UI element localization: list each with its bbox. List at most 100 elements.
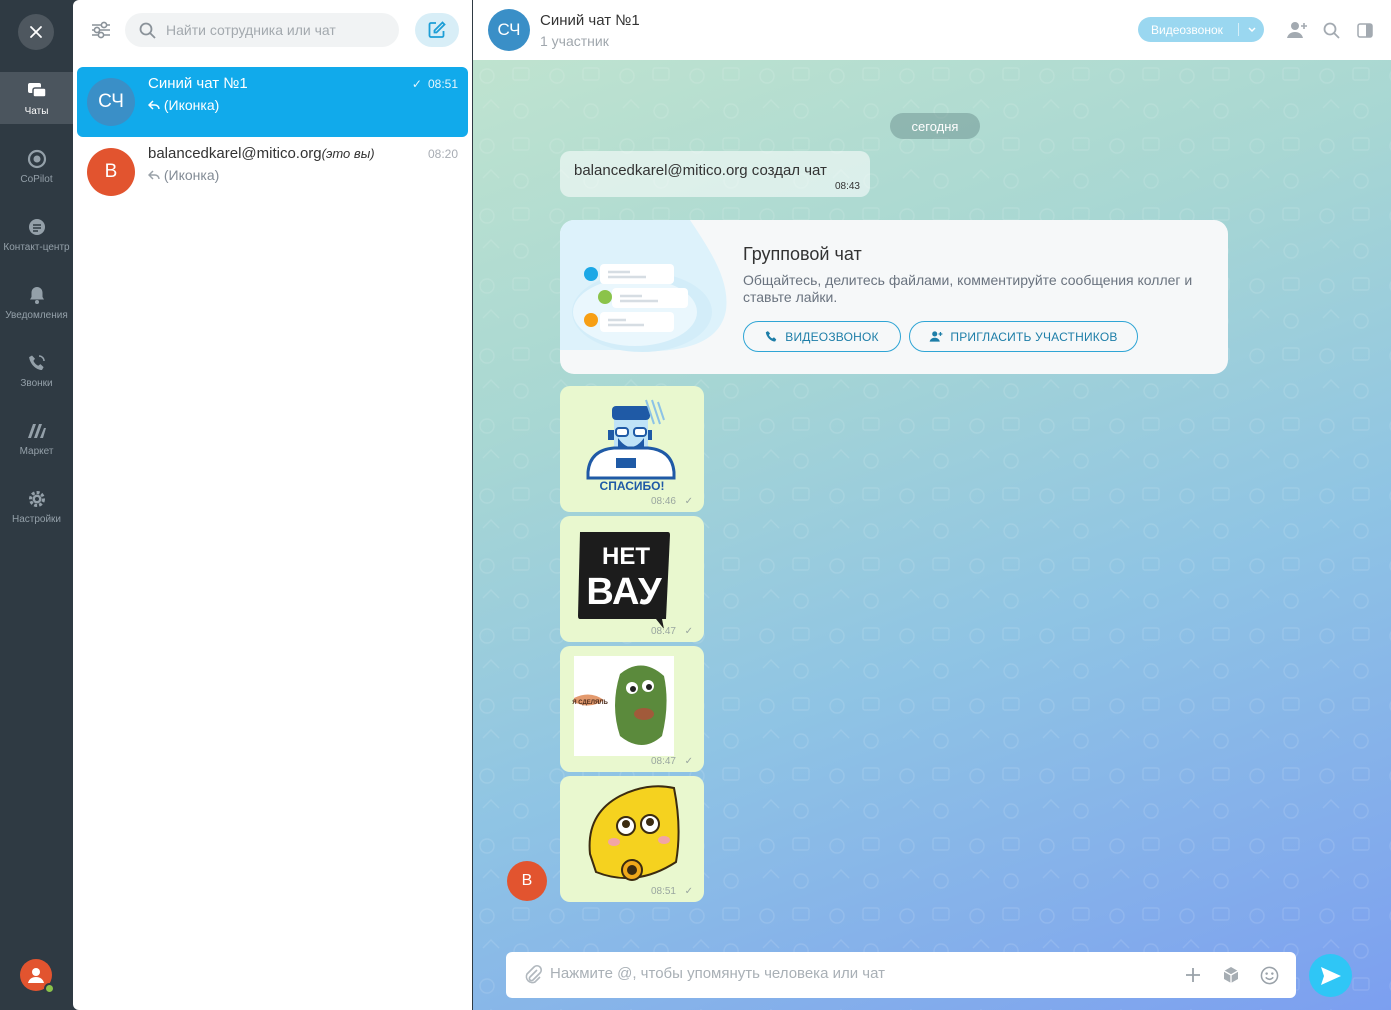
rail-item-label: Настройки	[11, 513, 62, 525]
chat-header-title[interactable]: Синий чат №1	[540, 12, 640, 29]
video-call-button[interactable]: Видеозвонок	[1138, 17, 1264, 42]
chat-preview: (Иконка)	[147, 97, 219, 113]
rail-item-market[interactable]: Маркет	[0, 412, 73, 464]
sender-avatar[interactable]: B	[507, 861, 547, 901]
new-chat-button[interactable]	[415, 13, 459, 47]
search-icon	[1323, 22, 1340, 39]
add-user-icon	[1287, 22, 1307, 38]
rail-item-chats[interactable]: Чаты	[0, 72, 73, 124]
emoji-button[interactable]	[1258, 964, 1280, 986]
sticker-caption: Я СДЕЛЯЛЬ	[572, 700, 608, 706]
sticker-caption-top: НЕТ	[602, 543, 650, 570]
chat-time: ✓ 08:51	[411, 77, 458, 91]
reply-arrow-icon	[147, 170, 160, 180]
current-user-avatar[interactable]	[20, 959, 55, 994]
chat-title: balancedkarel@mitico.org(это вы)	[148, 145, 375, 162]
read-check-icon: ✓	[684, 626, 693, 637]
sticker-caption: СПАСИБО!	[600, 479, 665, 493]
rail-item-label: Уведомления	[5, 309, 68, 321]
search-icon	[139, 22, 156, 39]
rail-item-label: Маркет	[19, 445, 54, 457]
add-user-button[interactable]	[1285, 18, 1309, 42]
message-time: 08:47	[650, 756, 676, 767]
rail-item-label: Контакт-центр	[3, 241, 70, 253]
package-icon	[1223, 967, 1239, 983]
add-user-icon	[930, 331, 943, 342]
sticker-net-vau-image: НЕТ ВАУ	[578, 532, 670, 628]
filter-sliders-icon	[92, 21, 110, 39]
message-time: 08:47	[650, 626, 676, 637]
system-message: balancedkarel@mitico.org создал чат 08:4…	[560, 151, 870, 197]
participants-count[interactable]: 1 участник	[540, 33, 609, 49]
rail-item-notifications[interactable]: Уведомления	[0, 276, 73, 328]
reply-arrow-icon	[147, 100, 160, 110]
market-icon	[26, 420, 48, 442]
chat-list-panel: СЧ Синий чат №1 (Иконка) ✓ 08:51 B balan…	[73, 0, 472, 1010]
chats-icon	[26, 80, 48, 102]
rail-item-label: Звонки	[20, 377, 53, 389]
sticker-caption-bottom: ВАУ	[586, 571, 662, 613]
search-chat-button[interactable]	[1319, 18, 1343, 42]
plus-icon	[1186, 968, 1200, 982]
sticker-message[interactable]: Я СДЕЛЯЛЬ 08:47 ✓	[560, 646, 704, 772]
message-time: 08:46	[650, 496, 676, 507]
sticker-message[interactable]: 08:51 ✓	[560, 776, 704, 902]
bell-icon	[26, 284, 48, 306]
search-box	[125, 13, 399, 47]
chat-preview: (Иконка)	[147, 167, 219, 183]
chevron-down-icon[interactable]	[1244, 20, 1260, 38]
rail-item-settings[interactable]: Настройки	[0, 480, 73, 532]
invite-participants-button[interactable]: ПРИГЛАСИТЬ УЧАСТНИКОВ	[909, 321, 1138, 352]
chat-header-avatar[interactable]: СЧ	[488, 9, 530, 51]
contact-center-icon	[26, 216, 48, 238]
smile-icon	[1260, 966, 1278, 984]
message-time: 08:51	[650, 886, 676, 897]
add-attachment-button[interactable]	[1182, 964, 1204, 986]
read-check-icon: ✓	[684, 496, 693, 507]
rail-item-copilot[interactable]: CoPilot	[0, 140, 73, 192]
chat-list-item[interactable]: B balancedkarel@mitico.org(это вы) (Икон…	[77, 137, 468, 207]
card-video-call-button[interactable]: ВИДЕОЗВОНОК	[743, 321, 901, 352]
sticker-spasibo-image: СПАСИБО!	[586, 399, 676, 493]
chat-time: 08:20	[427, 147, 458, 161]
sidebar-panel-icon	[1357, 22, 1373, 38]
chat-view: СЧ Синий чат №1 1 участник Видеозвонок с…	[473, 0, 1391, 1010]
system-message-text: balancedkarel@mitico.org создал чат	[574, 162, 827, 179]
toggle-sidebar-button[interactable]	[1353, 18, 1377, 42]
message-input[interactable]	[550, 965, 1150, 982]
gear-icon	[26, 488, 48, 510]
send-icon	[1320, 966, 1341, 985]
chat-title: Синий чат №1	[148, 75, 248, 92]
read-check-icon: ✓	[684, 886, 693, 897]
rail-item-contact-center[interactable]: Контакт-центр	[0, 208, 73, 260]
marketplace-app-button[interactable]	[1220, 964, 1242, 986]
sticker-yellow-cat-image	[588, 785, 680, 881]
chat-avatar: B	[87, 148, 135, 196]
message-composer	[506, 952, 1296, 998]
read-check-icon: ✓	[411, 77, 422, 91]
filter-button[interactable]	[89, 18, 113, 42]
sticker-message[interactable]: СПАСИБО! 08:46 ✓	[560, 386, 704, 512]
chat-list-toolbar	[73, 0, 472, 60]
sticker-ya-sdelyal-image: Я СДЕЛЯЛЬ	[572, 656, 674, 756]
group-chat-welcome-card: Групповой чат Общайтесь, делитесь файлам…	[560, 220, 1228, 374]
card-title: Групповой чат	[743, 244, 862, 264]
phone-icon	[766, 331, 777, 342]
chat-header: СЧ Синий чат №1 1 участник Видеозвонок	[473, 0, 1391, 60]
rail-item-calls[interactable]: Звонки	[0, 344, 73, 396]
date-separator: сегодня	[890, 113, 980, 139]
chat-avatar: СЧ	[87, 78, 135, 126]
group-chat-illustration	[560, 220, 727, 352]
read-check-icon: ✓	[684, 756, 693, 767]
compose-icon	[428, 21, 446, 38]
self-note: (это вы)	[321, 146, 375, 161]
chat-list-item[interactable]: СЧ Синий чат №1 (Иконка) ✓ 08:51	[77, 67, 468, 137]
rail-item-label: Чаты	[24, 105, 49, 117]
close-button[interactable]	[18, 14, 54, 50]
send-button[interactable]	[1309, 954, 1352, 997]
online-status-dot	[44, 983, 55, 994]
search-input[interactable]	[166, 22, 386, 38]
sticker-message[interactable]: НЕТ ВАУ 08:47 ✓	[560, 516, 704, 642]
paperclip-icon[interactable]	[523, 964, 543, 984]
phone-icon	[26, 352, 48, 374]
